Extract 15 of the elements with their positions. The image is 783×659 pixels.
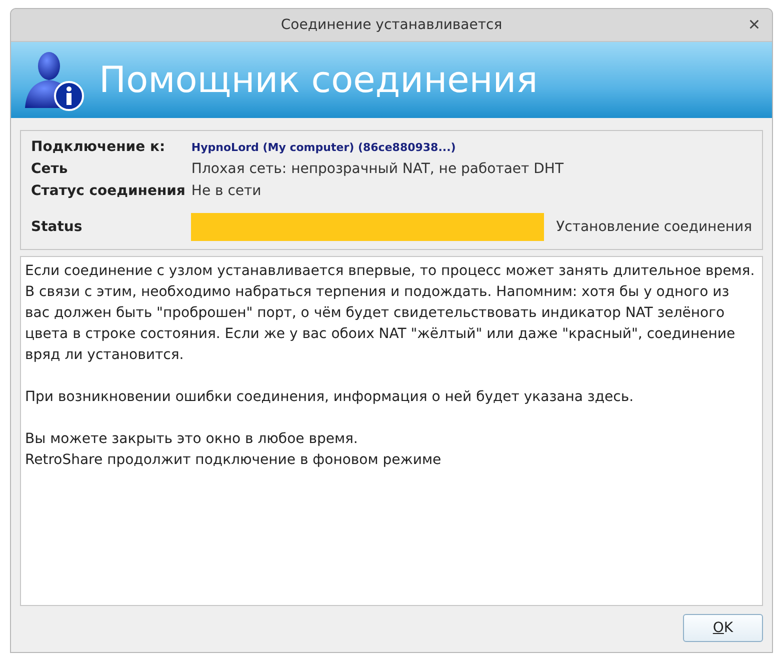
ok-button[interactable]: OK: [683, 614, 763, 642]
info-label: Подключение к:: [31, 139, 166, 155]
info-label: Сеть: [31, 161, 69, 177]
message-paragraph: Вы можете закрыть это окно в любое время. RetroShare продолжит подключение в фоновом режиме: [25, 430, 442, 470]
window-title: Соединение устанавливается: [280, 17, 502, 33]
close-button[interactable]: ×: [744, 15, 764, 35]
peer-link[interactable]: HypnoLord (My computer) (86ce880938...): [191, 140, 752, 154]
info-value: Плохая сеть: непрозрачный NAT, не работает DHT: [191, 161, 565, 177]
info-label: Статус соединения: [31, 183, 186, 199]
info-value: Не в сети: [191, 183, 262, 199]
message-paragraph: Если соединение с узлом устанавливается впервые, то процесс может занять длительное время. В связи с этим, необходимо набраться терпения и подождать. Напомним: хотя бы у одного из вас должен быть "проброшен" порт, о чём будет свидетельствовать индикатор NAT зелёного цвета в строке состояния. Если же у вас обоих NAT "жёлтый" или даже "красный", соединение вряд ли установится.: [25, 262, 756, 365]
status-text: Установление соединения: [555, 219, 752, 235]
banner-title: Помощник соединения: [99, 60, 538, 100]
message-paragraph: При возникновении ошибки соединения, информация о ней будет указана здесь.: [25, 388, 635, 407]
status-label: Status: [31, 219, 84, 235]
